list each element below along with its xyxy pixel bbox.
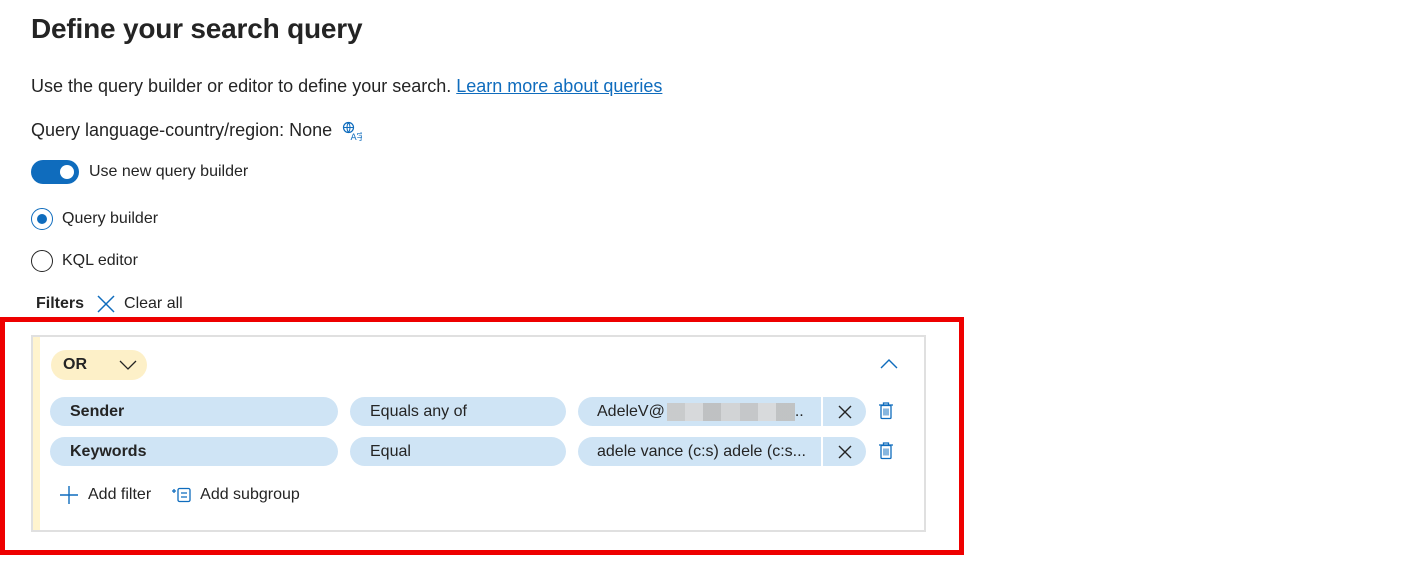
filters-header: Filters Clear all	[36, 294, 183, 314]
radio-circle[interactable]	[31, 250, 53, 272]
close-icon	[838, 405, 851, 418]
delete-icon[interactable]	[878, 401, 894, 421]
redacted-value	[666, 402, 795, 421]
filter-field-label: Keywords	[70, 442, 147, 460]
add-filter-button[interactable]: Add filter	[59, 485, 151, 505]
group-operator-label: OR	[63, 356, 87, 373]
radio-kql-editor[interactable]: KQL editor	[31, 250, 138, 272]
filters-label: Filters	[36, 295, 85, 312]
close-icon	[838, 445, 851, 458]
filter-condition-dropdown[interactable]: Equals any of	[350, 397, 566, 426]
group-actions: Add filter Add subgroup	[59, 485, 320, 505]
radio-label: Query builder	[62, 210, 159, 227]
add-filter-label: Add filter	[88, 486, 152, 503]
add-subgroup-button[interactable]: Add subgroup	[171, 486, 300, 504]
filter-condition-label: Equal	[370, 442, 411, 460]
page-title: Define your search query	[31, 13, 363, 44]
radio-circle-checked[interactable]	[31, 208, 53, 230]
filter-value-text: adele vance (c:s) adele (c:s...	[597, 442, 806, 460]
filter-field-keywords[interactable]: Keywords	[50, 437, 338, 466]
description-text: Use the query builder or editor to defin…	[31, 76, 452, 96]
toggle-knob	[60, 165, 74, 179]
group-accent-bar	[33, 337, 40, 530]
clear-all-label: Clear all	[124, 295, 183, 312]
filter-value-text: AdeleV@	[597, 402, 665, 420]
filter-condition-label: Equals any of	[370, 402, 467, 420]
new-query-builder-toggle[interactable]	[31, 160, 79, 184]
clear-all-button[interactable]: Clear all	[96, 294, 183, 314]
delete-icon[interactable]	[878, 441, 894, 461]
learn-more-link[interactable]: Learn more about queries	[456, 76, 662, 96]
radio-label: KQL editor	[62, 252, 138, 269]
chevron-down-icon	[119, 360, 137, 370]
close-icon	[97, 295, 115, 313]
group-operator-dropdown[interactable]: OR	[51, 350, 147, 380]
add-subgroup-icon	[172, 487, 191, 503]
radio-query-builder[interactable]: Query builder	[31, 208, 158, 230]
filter-field-sender[interactable]: Sender	[50, 397, 338, 426]
toggle-label: Use new query builder	[89, 163, 249, 180]
query-language-row: Query language-country/region: None A字	[31, 120, 366, 143]
clear-value-button[interactable]	[823, 397, 866, 426]
filter-value-ellipsis: ..	[794, 402, 804, 420]
translate-icon[interactable]: A字	[342, 121, 366, 143]
filter-value-input[interactable]: adele vance (c:s) adele (c:s...	[578, 437, 821, 466]
filter-field-label: Sender	[70, 402, 125, 420]
add-subgroup-label: Add subgroup	[200, 486, 300, 503]
filter-condition-dropdown[interactable]: Equal	[350, 437, 566, 466]
plus-icon	[60, 486, 78, 504]
chevron-up-icon[interactable]	[879, 357, 899, 369]
filter-value-input[interactable]: AdeleV@ ..	[578, 397, 821, 426]
query-language-label: Query language-country/region: None	[31, 120, 333, 140]
svg-text:A字: A字	[351, 131, 363, 141]
page-description: Use the query builder or editor to defin…	[31, 76, 662, 97]
new-query-builder-toggle-row: Use new query builder	[31, 160, 248, 184]
filter-group-panel: OR Sender Equals any of AdeleV@ .. Keywo…	[31, 335, 926, 532]
clear-value-button[interactable]	[823, 437, 866, 466]
